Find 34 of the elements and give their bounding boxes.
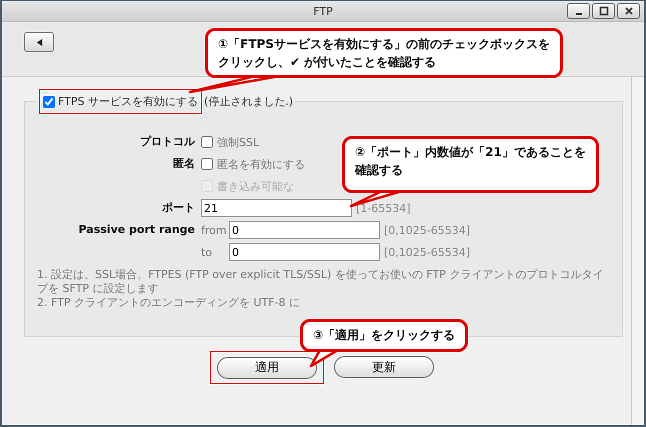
range-hint: [0,1025-65534] [384,224,470,236]
maximize-button[interactable] [592,3,615,19]
ftps-checkbox[interactable] [43,96,55,108]
field-label: Passive port range [78,223,195,236]
range-prefix: to [201,246,214,258]
window-title: FTP [313,4,333,18]
note-text: 2. FTP クライアントのエンコーディングを UTF-8 に [37,296,302,310]
close-button[interactable] [617,3,640,19]
minimize-icon [576,13,582,15]
input-field[interactable]: 0 [229,243,380,261]
option-checkbox[interactable] [201,158,213,170]
input-field[interactable]: 21 [201,199,352,217]
apply-button[interactable]: 適用 [217,356,317,378]
option-label: 書き込み可能な [217,178,294,194]
option-label: 匿名を有効にする [217,156,305,172]
ftps-label: FTPS サービスを有効にする [58,94,198,109]
note-text: 1. 設定は、SSL場合、FTPES (FTP over explicit TLS/SSL) を使ってお使いの FTP クライアントのプロトコルタイプを SFTP に設定します [37,268,604,296]
field-label: プロトコル [140,135,195,148]
range-hint: [0,1025-65534] [384,246,470,258]
input-field[interactable]: 0 [229,221,380,239]
range-prefix: from [201,224,225,236]
maximize-icon [598,6,608,16]
field-label: 匿名 [173,157,195,170]
refresh-button[interactable]: 更新 [334,356,434,378]
minimize-button[interactable] [567,3,590,19]
range-hint: [1-65534] [356,202,411,214]
close-icon [624,6,634,16]
back-icon [34,38,44,46]
scrollbar[interactable] [631,77,644,425]
option-label: 強制SSL [217,134,260,150]
back-button[interactable] [24,32,54,52]
option-checkbox[interactable] [201,136,213,148]
status-text: (停止されました.) [204,94,294,109]
field-label: ポート [162,201,195,214]
